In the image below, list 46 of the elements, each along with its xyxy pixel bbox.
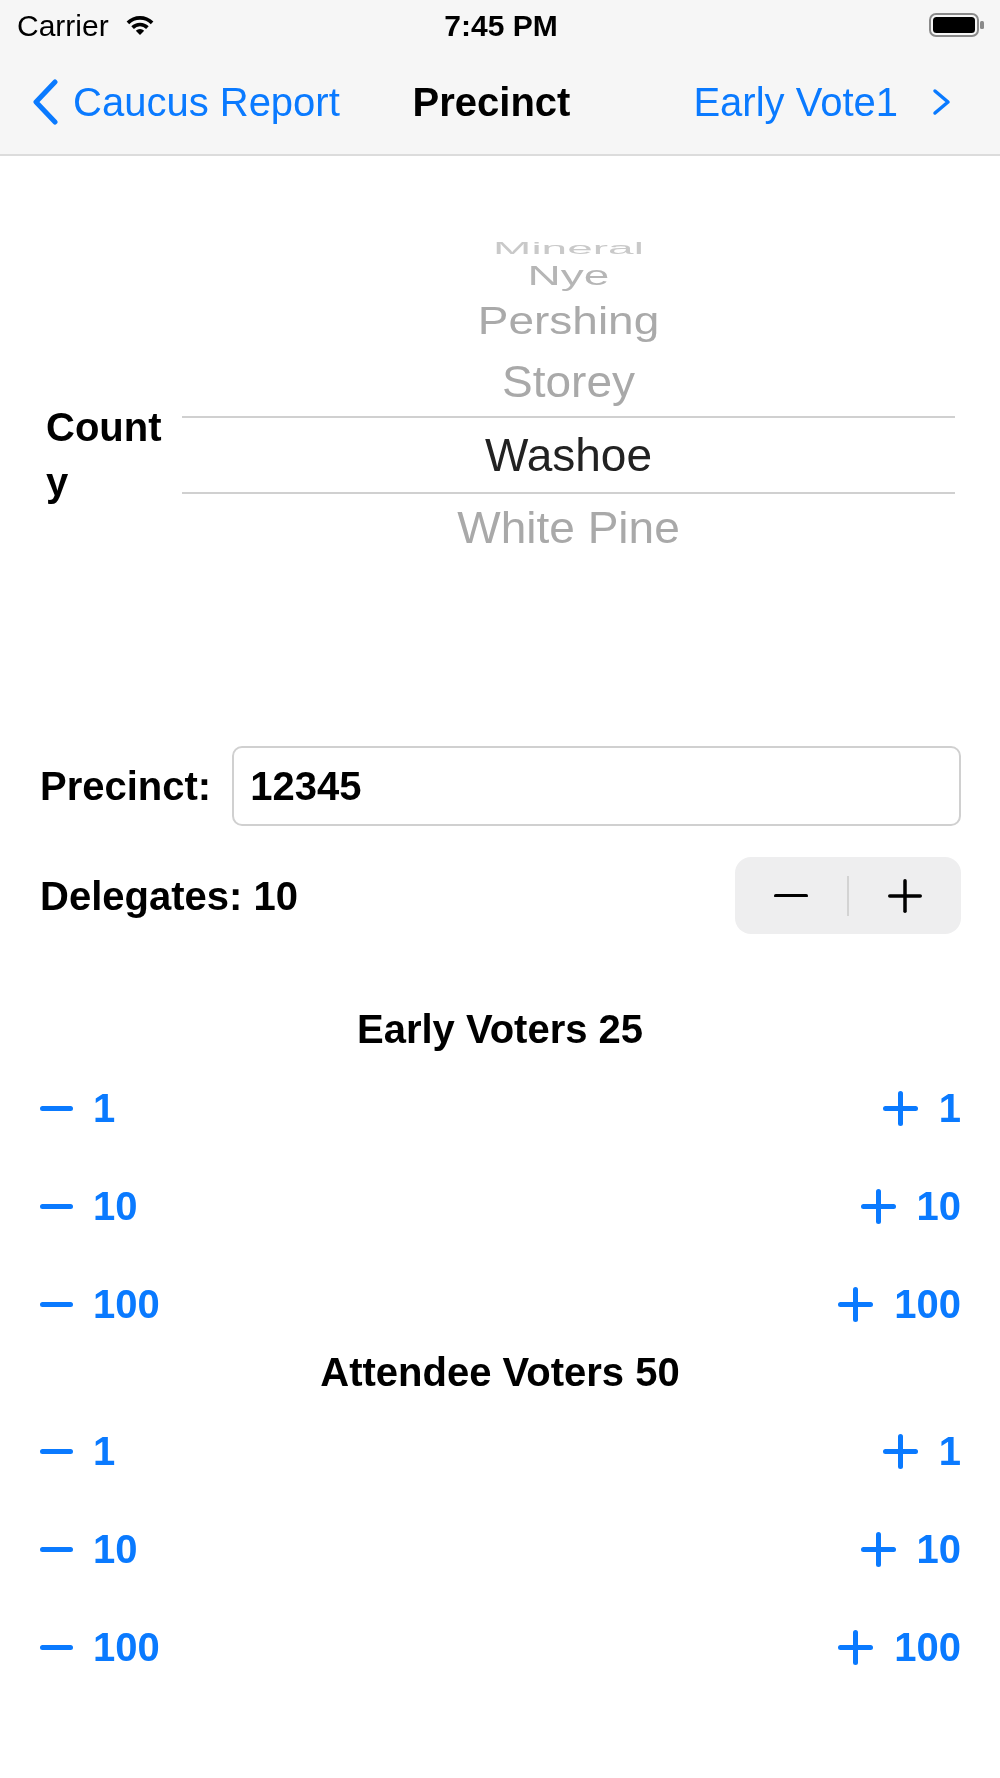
forward-button[interactable]: Early Vote1 xyxy=(693,79,951,125)
plus-icon xyxy=(882,1090,918,1126)
back-button[interactable]: Caucus Report xyxy=(32,79,340,125)
chevron-left-icon xyxy=(32,79,59,125)
section-title: Attendee Voters 50 xyxy=(320,1349,680,1395)
minus-icon xyxy=(40,1644,73,1650)
decrement-button[interactable]: 10 xyxy=(40,1524,138,1574)
picker-option[interactable]: Washoe xyxy=(484,429,652,481)
decrement-button[interactable]: 10 xyxy=(40,1181,138,1231)
section-title: Early Voters 25 xyxy=(356,1006,644,1052)
decrement-button[interactable]: 100 xyxy=(40,1622,160,1672)
picker-option[interactable]: White Pine xyxy=(457,503,680,553)
picker-option[interactable]: Nye xyxy=(527,260,610,291)
nav-title: Precinct xyxy=(412,79,571,125)
clock-time: 7:45 PM xyxy=(444,8,558,42)
increment-button[interactable]: 100 xyxy=(838,1622,961,1672)
chevron-right-icon xyxy=(932,88,951,116)
increment-button[interactable]: 100 xyxy=(838,1279,961,1329)
plus-icon xyxy=(860,1188,896,1224)
picker-label: County xyxy=(46,404,163,506)
decrement-button[interactable]: 100 xyxy=(40,1279,160,1329)
picker-option[interactable]: Storey xyxy=(502,357,635,407)
minus-icon xyxy=(40,1105,73,1111)
minus-icon xyxy=(40,1448,73,1454)
plus-icon xyxy=(888,878,922,913)
delegates-label: Delegates: 10 xyxy=(40,872,298,919)
decrement-button[interactable]: 1 xyxy=(40,1083,116,1133)
increment-button[interactable]: 10 xyxy=(860,1524,961,1574)
precinct-field[interactable]: 12345 xyxy=(232,746,961,826)
carrier-name: Carrier xyxy=(17,8,109,42)
battery-icon xyxy=(929,13,985,37)
wifi-icon xyxy=(124,14,155,36)
picker-option[interactable]: Pershing xyxy=(477,298,660,342)
increment-button[interactable]: 1 xyxy=(882,1426,961,1476)
minus-icon xyxy=(40,1301,73,1307)
field-label: Precinct: xyxy=(40,763,212,809)
decrement-button[interactable]: 1 xyxy=(40,1426,116,1476)
plus-icon xyxy=(838,1629,874,1665)
minus-icon xyxy=(774,893,808,898)
plus-icon xyxy=(882,1433,918,1469)
minus-icon xyxy=(40,1203,73,1209)
plus-icon xyxy=(838,1286,874,1322)
increment-button[interactable]: 1 xyxy=(882,1083,961,1133)
minus-icon xyxy=(40,1546,73,1552)
increment-button[interactable]: 10 xyxy=(860,1181,961,1231)
plus-icon xyxy=(860,1531,896,1567)
